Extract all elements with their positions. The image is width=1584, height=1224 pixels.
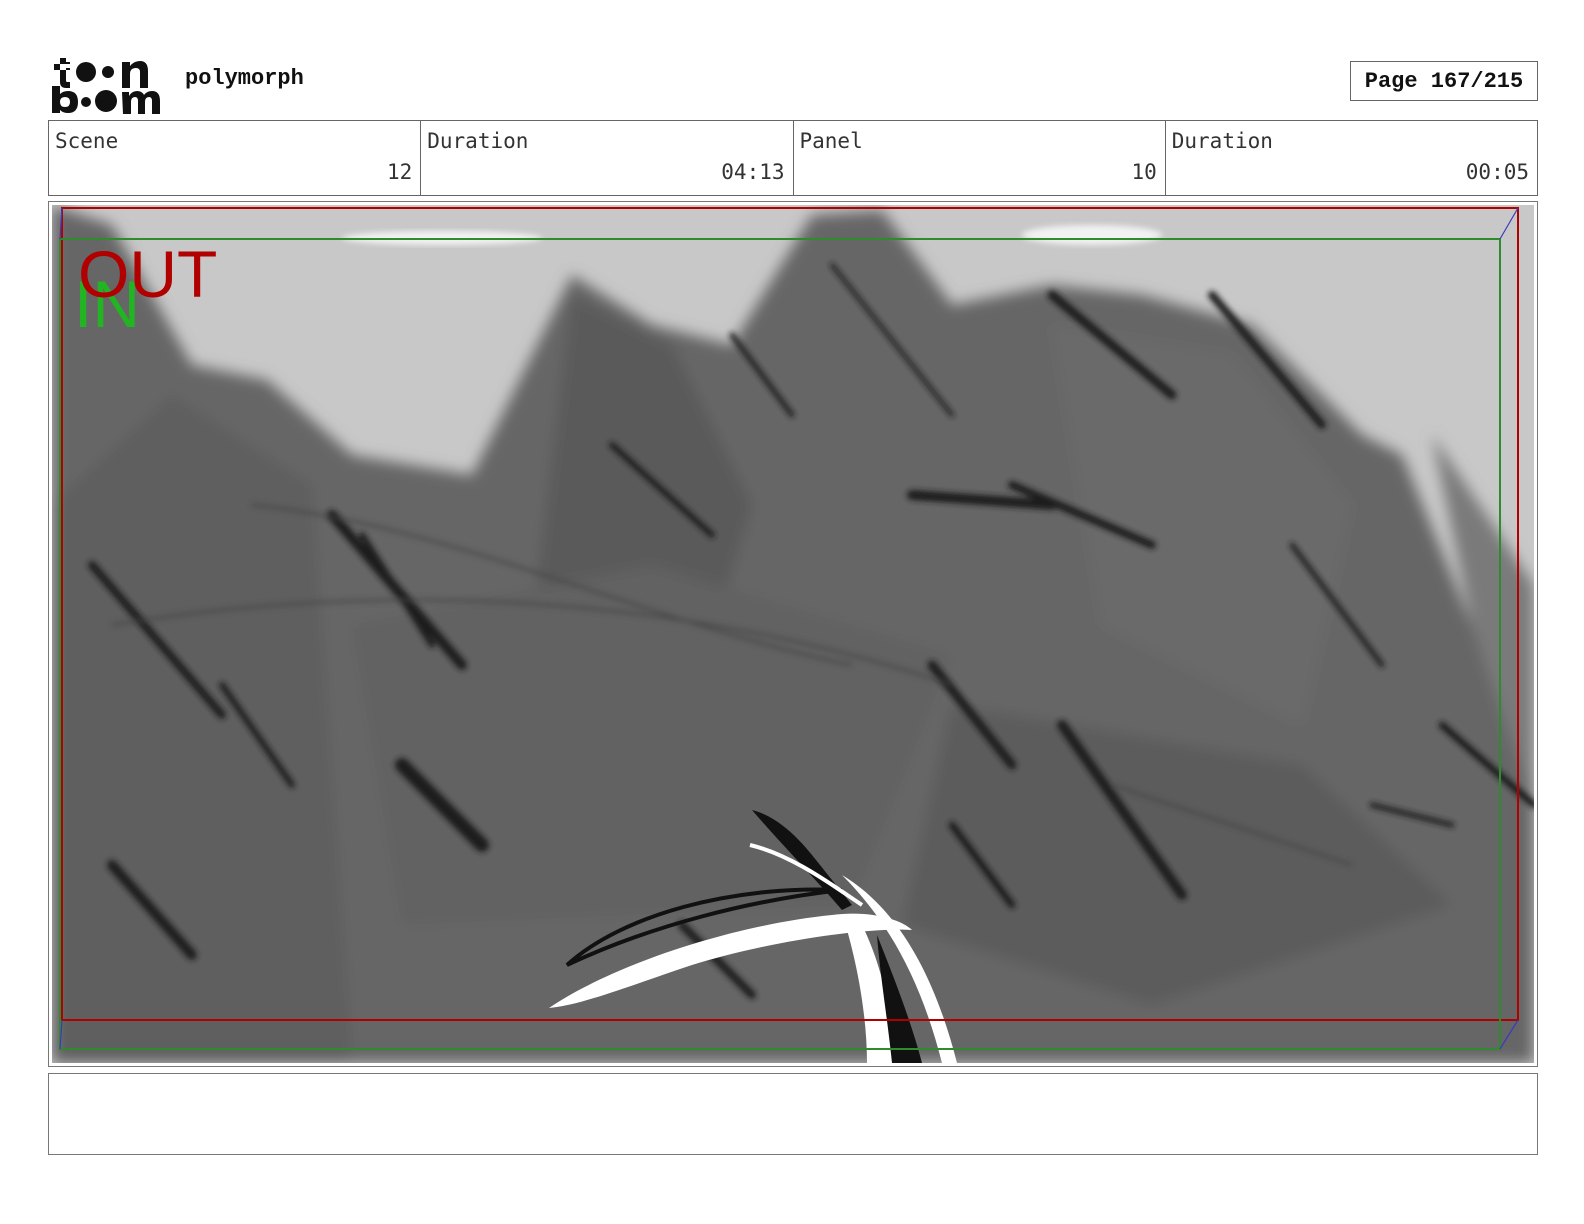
out-marker: OUT <box>78 237 217 311</box>
scene-duration-cell: Duration 04:13 <box>421 121 794 195</box>
scene-label: Scene <box>55 129 119 153</box>
panel-value: 10 <box>1131 160 1157 184</box>
panel-image: IN OUT <box>52 205 1534 1063</box>
panel-duration-cell: Duration 00:05 <box>1166 121 1537 195</box>
panel-label: Panel <box>799 129 863 153</box>
toon-boom-logo <box>52 58 160 114</box>
scene-cell: Scene 12 <box>49 121 422 195</box>
scene-duration-value: 04:13 <box>721 160 785 184</box>
notes-box <box>48 1073 1538 1155</box>
panel-duration-value: 00:05 <box>1465 160 1529 184</box>
scene-value: 12 <box>386 160 413 184</box>
panel-cell: Panel 10 <box>794 121 1166 195</box>
scene-info-table: Scene 12 Duration 04:13 Panel 10 Duratio… <box>48 120 1538 196</box>
page-indicator: Page 167/215 <box>1350 61 1538 101</box>
project-name: polymorph <box>185 66 304 91</box>
panel-duration-label: Duration <box>1171 129 1273 153</box>
scene-duration-label: Duration <box>427 129 529 153</box>
